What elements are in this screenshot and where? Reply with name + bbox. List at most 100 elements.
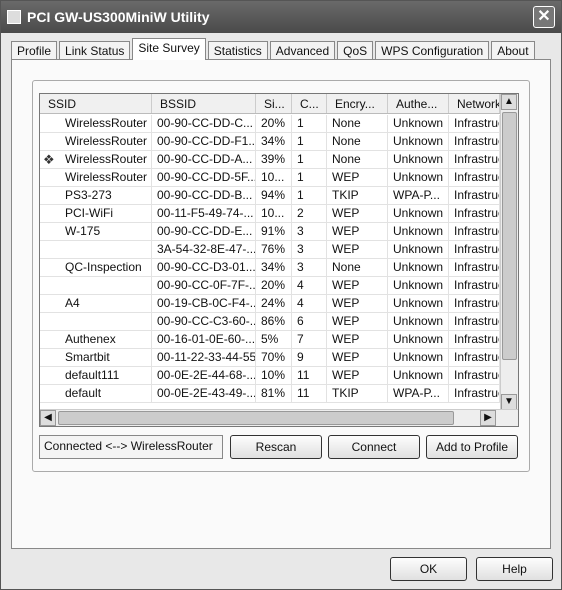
cell-text: Unknown [393,170,444,184]
table-row[interactable]: WirelessRouter 00-90-CC-DD-F1... 34% 1 None U… [40,133,500,151]
cell-text: 00-90-CC-DD-5F... [157,170,256,184]
column-header[interactable]: BSSID [152,94,256,113]
help-button[interactable]: Help [476,557,553,581]
tab-site-survey[interactable]: Site Survey [132,38,206,60]
table-cell: 11 [292,367,327,384]
scroll-up-icon[interactable]: ▲ [501,94,517,110]
table-cell: Unknown [388,367,449,384]
table-cell: 00-11-22-33-44-55 [152,349,256,366]
table-cell: WirelessRouter [40,115,152,132]
table-row[interactable]: QC-Inspection 00-90-CC-D3-01... 34% 3 None Un… [40,259,500,277]
cell-text: WirelessRouter [65,152,148,166]
horizontal-scroll-thumb[interactable] [58,411,454,425]
table-cell [40,277,152,294]
table-row[interactable]: PS3-273 00-90-CC-DD-B... 94% 1 TKIP WPA-P... I… [40,187,500,205]
table-cell: 24% [256,295,292,312]
column-header[interactable]: Authe... [388,94,449,113]
cell-text: WEP [332,350,360,364]
table-cell: Infrastruc [449,349,500,366]
table-cell: Infrastruc [449,277,500,294]
table-row[interactable]: W-175 00-90-CC-DD-E... 91% 3 WEP Unknown Infra… [40,223,500,241]
add-to-profile-button[interactable]: Add to Profile [426,435,518,459]
cell-text: W-175 [65,224,101,238]
cell-text: Infrastruc [454,350,500,364]
tab-wps-configuration[interactable]: WPS Configuration [375,41,490,60]
table-cell: Infrastruc [449,223,500,240]
table-row[interactable]: ❖ WirelessRouter 00-90-CC-DD-A... 39% 1 None U… [40,151,500,169]
column-header[interactable]: Network [449,94,500,113]
table-row[interactable]: Smartbit 00-11-22-33-44-55 70% 9 WEP Unknown I… [40,349,500,367]
scroll-left-icon[interactable]: ◀ [40,410,56,426]
table-cell: None [327,133,388,150]
cell-text: 7 [297,332,304,346]
table-cell: WirelessRouter [40,169,152,186]
table-row[interactable]: 00-90-CC-C3-60-... 86% 6 WEP Unknown Infrastr… [40,313,500,331]
cell-text: 00-0E-2E-43-49-... [157,386,256,400]
table-row[interactable]: PCI-WiFi 00-11-F5-49-74-... 10... 2 WEP Unkno… [40,205,500,223]
table-row[interactable]: WirelessRouter 00-90-CC-DD-C... 20% 1 None Un… [40,115,500,133]
table-cell: 91% [256,223,292,240]
table-cell: Infrastruc [449,241,500,258]
cell-text: 10... [261,170,285,184]
horizontal-scrollbar[interactable]: ◀ ▶ [40,409,518,426]
list-header: SSID BSSID Si... C... Encry... Authe... Networ… [40,94,500,114]
table-row[interactable]: default111 00-0E-2E-44-68-... 10% 11 WEP Unkn… [40,367,500,385]
table-cell: None [327,115,388,132]
table-cell: 81% [256,385,292,402]
table-cell: Unknown [388,133,449,150]
tab-bar: Profile Link Status Site Survey Statistics A… [11,38,537,60]
table-cell: 00-90-CC-DD-5F... [152,169,256,186]
column-header[interactable]: Si... [256,94,292,113]
cell-text: Infrastruc [454,242,500,256]
tab-qos[interactable]: QoS [337,41,374,60]
cell-text: 2 [297,206,304,220]
column-header[interactable]: C... [292,94,327,113]
table-cell: 1 [292,151,327,168]
cell-text: WEP [332,296,360,310]
network-list[interactable]: SSID BSSID Si... C... Encry... Authe... Networ… [39,93,519,427]
tab-statistics[interactable]: Statistics [207,41,268,60]
table-cell: 00-16-01-0E-60-... [152,331,256,348]
table-cell: Infrastruc [449,313,500,330]
cell-text: TKIP [332,188,359,202]
cell-text: Unknown [393,134,444,148]
cell-text: 10... [261,206,285,220]
close-button[interactable]: ✕ [533,6,555,28]
column-header[interactable]: SSID [40,94,152,113]
wireless-connected-icon: ❖ [43,152,55,167]
tab-about[interactable]: About [491,41,535,60]
table-cell: WPA-P... [388,187,449,204]
tab-profile[interactable]: Profile [11,41,58,60]
table-row[interactable]: 00-90-CC-0F-7F-... 20% 4 WEP Unknown Infrastr… [40,277,500,295]
table-row[interactable]: A4 00-19-CB-0C-F4-... 24% 4 WEP Unknown Infras… [40,295,500,313]
scroll-right-icon[interactable]: ▶ [480,410,496,426]
scroll-down-icon[interactable]: ▼ [501,394,517,410]
cell-text: 1 [297,134,304,148]
connect-button[interactable]: Connect [328,435,420,459]
table-row[interactable]: 3A-54-32-8E-47-... 76% 3 WEP Unknown Infrastr… [40,241,500,259]
table-cell: 20% [256,115,292,132]
column-header[interactable]: Encry... [327,94,388,113]
cell-text: default111 [65,368,120,382]
tab-advanced[interactable]: Advanced [269,41,336,60]
table-cell: TKIP [327,187,388,204]
cell-text: WEP [332,242,360,256]
table-row[interactable]: Authenex 00-16-01-0E-60-... 5% 7 WEP Unknown I… [40,331,500,349]
cell-text: WEP [332,332,360,346]
table-cell [40,241,152,258]
cell-text: 5% [261,332,279,346]
table-cell: 6 [292,313,327,330]
table-cell: Infrastruc [449,259,500,276]
cell-text: Unknown [393,368,444,382]
vertical-scrollbar[interactable]: ▲ ▼ [500,94,518,410]
ok-button[interactable]: OK [390,557,467,581]
table-row[interactable]: WirelessRouter 00-90-CC-DD-5F... 10... 1 WEP… [40,169,500,187]
vertical-scroll-thumb[interactable] [502,112,517,360]
table-row[interactable]: default 00-0E-2E-43-49-... 81% 11 TKIP WPA-P.… [40,385,500,403]
cell-text: 00-90-CC-C3-60-... [157,314,256,328]
cell-text: 34% [261,134,286,148]
cell-text: 00-90-CC-DD-B... [157,188,253,202]
rescan-button[interactable]: Rescan [230,435,322,459]
table-cell: WEP [327,331,388,348]
tab-link-status[interactable]: Link Status [59,41,131,60]
